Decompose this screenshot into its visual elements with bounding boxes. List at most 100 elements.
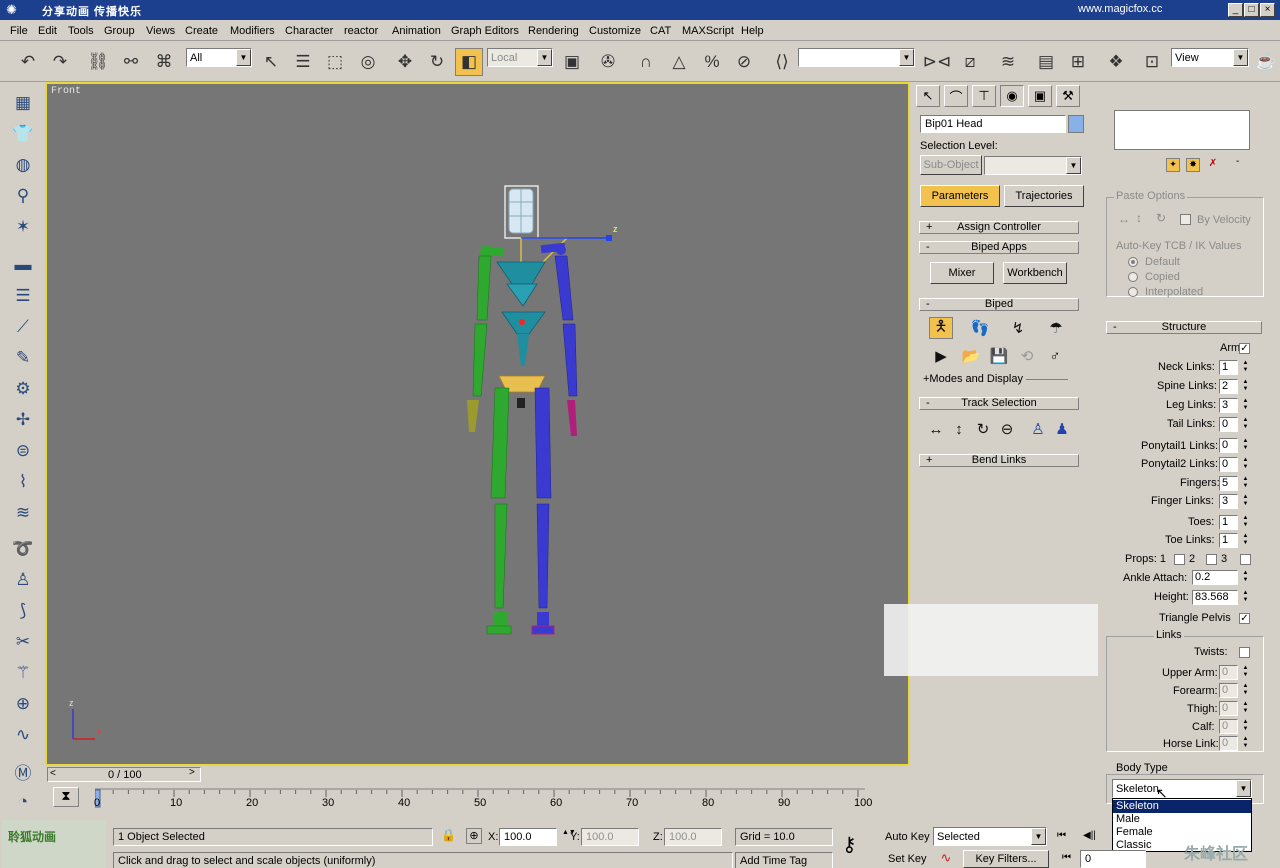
mixer-mode-icon[interactable]: ☂ xyxy=(1044,317,1068,339)
panel-icon[interactable]: ▬ xyxy=(10,252,36,278)
angle-snap-icon[interactable]: △ xyxy=(665,48,693,76)
rollout-structure[interactable]: - Structure xyxy=(1106,321,1262,334)
chevron-right-icon[interactable]: > xyxy=(189,767,195,778)
menu-help[interactable]: Help xyxy=(741,25,764,37)
time-slider[interactable]: < 0 / 100 xyxy=(47,767,201,782)
paint-icon[interactable]: ✎ xyxy=(10,345,36,371)
modes-and-display-label[interactable]: +Modes and Display xyxy=(923,373,1023,385)
by-velocity-checkbox[interactable] xyxy=(1180,214,1191,225)
loop-icon[interactable]: ➰ xyxy=(10,536,36,562)
object-color-swatch[interactable] xyxy=(1068,115,1084,133)
ponytail1-spinner[interactable]: 0 xyxy=(1219,438,1238,453)
biped-right-leg[interactable] xyxy=(531,387,555,635)
x-field[interactable]: 100.0 xyxy=(499,828,557,846)
rollout-bend-links[interactable]: + Bend Links xyxy=(919,454,1079,467)
menu-tools[interactable]: Tools xyxy=(68,25,94,37)
max-icon[interactable]: Ⓜ xyxy=(10,758,36,784)
sub-object-select[interactable]: ▼ xyxy=(984,156,1082,175)
quick-render-icon[interactable]: ☕ xyxy=(1252,48,1280,76)
tab-trajectories[interactable]: Trajectories xyxy=(1004,185,1084,207)
undo-icon[interactable]: ↶ xyxy=(14,48,42,76)
rollout-biped[interactable]: - Biped xyxy=(919,298,1079,311)
spinner-arrows-icon[interactable]: ▲▼ xyxy=(1241,570,1250,585)
menu-maxscript[interactable]: MAXScript xyxy=(682,25,734,37)
absolute-mode-icon[interactable]: ⊕ xyxy=(466,828,482,844)
disc-icon[interactable]: ⊜ xyxy=(10,438,36,464)
close-button[interactable]: × xyxy=(1260,3,1275,17)
ankle-attach-spinner[interactable]: 0.2 xyxy=(1192,570,1238,585)
gear-icon[interactable]: ⚙ xyxy=(10,376,36,402)
menu-cat[interactable]: CAT xyxy=(650,25,671,37)
z-field[interactable]: 100.0 xyxy=(664,828,722,846)
spinner-snap-icon[interactable]: ⊘ xyxy=(730,48,758,76)
spinner-arrows-icon[interactable]: ▲▼ xyxy=(1241,379,1250,394)
motion-tab-icon[interactable]: ◉ xyxy=(1000,85,1024,107)
biped-torso[interactable] xyxy=(496,261,546,366)
pivot-center-icon[interactable]: ▣ xyxy=(558,48,586,76)
forearm-spinner[interactable]: 0 xyxy=(1219,683,1238,698)
menu-graph-editors[interactable]: Graph Editors xyxy=(451,25,519,37)
menu-character[interactable]: Character xyxy=(285,25,333,37)
previous-frame-icon[interactable]: ◀|| xyxy=(1083,830,1096,841)
paste-ver-icon[interactable]: ↕ xyxy=(1136,211,1142,225)
menu-file[interactable]: File xyxy=(10,25,28,37)
copy-collection-list[interactable] xyxy=(1114,110,1250,150)
named-selection-icon[interactable]: ⟨⟩ xyxy=(768,48,796,76)
scale-icon[interactable]: ◧ xyxy=(455,48,483,76)
radio-copied[interactable] xyxy=(1128,272,1138,282)
spinner-arrows-icon[interactable]: ▲▼ xyxy=(1241,719,1250,734)
leg-links-spinner[interactable]: 3 xyxy=(1219,398,1238,413)
motion-flow-icon[interactable]: ↯ xyxy=(1006,317,1030,339)
menu-group[interactable]: Group xyxy=(104,25,135,37)
menu-views[interactable]: Views xyxy=(146,25,175,37)
menu-customize[interactable]: Customize xyxy=(589,25,641,37)
delete-posture-icon[interactable]: ✗ xyxy=(1206,158,1220,172)
bind-space-warp-icon[interactable]: ⌘ xyxy=(150,48,178,76)
upper-arm-spinner[interactable]: 0 xyxy=(1219,665,1238,680)
paste-posture-icon[interactable]: ✦ xyxy=(1166,158,1180,172)
sub-object-button[interactable]: Sub-Object xyxy=(920,155,982,175)
scissors-icon[interactable]: ✂ xyxy=(10,629,36,655)
thigh-spinner[interactable]: 0 xyxy=(1219,701,1238,716)
biped-icon[interactable]: ♙ xyxy=(10,567,36,593)
move-icon[interactable]: ✥ xyxy=(391,48,419,76)
body-rotation-icon[interactable]: ↻ xyxy=(971,418,995,440)
radio-default[interactable] xyxy=(1128,257,1138,267)
save-file-icon[interactable]: 💾 xyxy=(987,345,1011,367)
rollout-track-selection[interactable]: - Track Selection xyxy=(919,397,1079,410)
select-object-icon[interactable]: ↖ xyxy=(257,48,285,76)
rope-icon[interactable]: ∿ xyxy=(10,722,36,748)
menu-modifiers[interactable]: Modifiers xyxy=(230,25,275,37)
object-name-field[interactable]: Bip01 Head xyxy=(920,115,1066,133)
box-icon[interactable]: ▦ xyxy=(10,90,36,116)
tail-links-spinner[interactable]: 0 xyxy=(1219,417,1238,432)
set-key-button[interactable]: Set Key xyxy=(888,853,927,865)
display-tab-icon[interactable]: ▣ xyxy=(1028,85,1052,107)
minimize-button[interactable]: _ xyxy=(1228,3,1243,17)
spinner-arrows-icon[interactable]: ▲▼ xyxy=(1241,476,1250,491)
opposite-icon[interactable]: ♟ xyxy=(1050,418,1074,440)
horse-link-spinner[interactable]: 0 xyxy=(1219,736,1238,751)
lock-cog-icon[interactable]: ⊖ xyxy=(995,418,1019,440)
render-scene-icon[interactable]: ⊡ xyxy=(1138,48,1166,76)
biped-head[interactable] xyxy=(504,185,539,239)
paste-hor-icon[interactable]: ↔ xyxy=(1118,212,1130,226)
spinner-arrows-icon[interactable]: ▲▼ xyxy=(1241,360,1250,375)
spinner-arrows-icon[interactable]: ▲▼ xyxy=(1241,417,1250,432)
biped-left-leg[interactable] xyxy=(486,387,512,635)
unlink-icon[interactable]: ⚯ xyxy=(117,48,145,76)
body-type-select[interactable]: Skeleton ▼ xyxy=(1112,779,1252,798)
triangle-pelvis-checkbox[interactable]: ✓ xyxy=(1239,613,1250,624)
target-icon[interactable]: ⊕ xyxy=(10,691,36,717)
select-by-name-icon[interactable]: ☰ xyxy=(289,48,317,76)
material-editor-icon[interactable]: ❖ xyxy=(1102,48,1130,76)
twists-checkbox[interactable] xyxy=(1239,647,1250,658)
current-frame-field[interactable]: 0 xyxy=(1080,850,1146,868)
selection-filter-select[interactable]: All ▼ xyxy=(186,48,252,67)
reference-coord-select[interactable]: Local ▼ xyxy=(487,48,553,67)
y-field[interactable]: 100.0 xyxy=(581,828,639,846)
menu-animation[interactable]: Animation xyxy=(392,25,441,37)
auto-key-button[interactable]: Auto Key xyxy=(885,831,930,843)
schematic-view-icon[interactable]: ⊞ xyxy=(1064,48,1092,76)
key-mode-select[interactable]: Selected ▼ xyxy=(933,827,1047,846)
